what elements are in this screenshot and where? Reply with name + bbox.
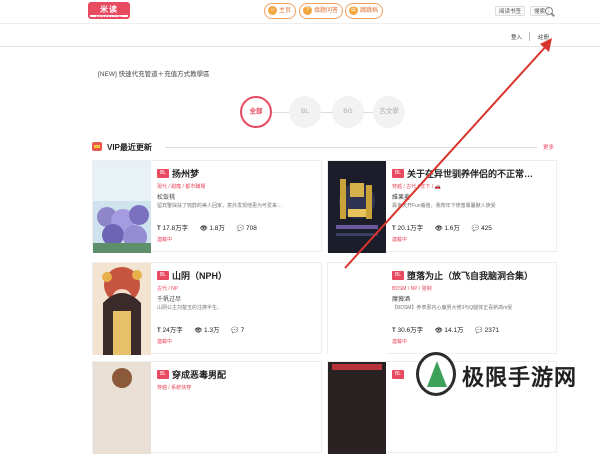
view-count: 1.6万: [444, 225, 460, 232]
view-count: 14.1万: [444, 327, 464, 334]
word-count: 30.6万字: [397, 327, 424, 334]
status-badge: 連載中: [157, 237, 173, 243]
eye-icon: 👁: [434, 226, 443, 232]
eye-icon: 👁: [194, 328, 203, 334]
book-genre: BDSM / NP / 強制: [392, 286, 432, 292]
text-size-icon: T: [157, 226, 161, 232]
comment-icon: 💬: [471, 226, 480, 232]
category-tag: BL: [392, 370, 404, 379]
book-stats: T 20.1万字 👁 1.6万 💬 425: [392, 222, 502, 232]
tab-literature[interactable]: 言文學: [373, 96, 405, 128]
comment-count: 708: [246, 225, 257, 232]
section-divider: [165, 147, 537, 148]
watermark-logo-icon: [416, 352, 456, 396]
home-icon: ⌂: [268, 6, 277, 15]
book-title[interactable]: 堕落为止（放飞自我脑洞合集）: [407, 269, 555, 282]
site-logo[interactable]: 米读 MIDUDU.COM: [88, 2, 130, 19]
book-stats: T 30.6万字 👁 14.1万 💬 2371: [392, 324, 509, 334]
book-description: 留宾蟹採扶了梳醇的美人回家，意外发现他更为可爱来…: [157, 203, 283, 209]
nav-qa[interactable]: ? 填题问答: [299, 3, 344, 19]
category-tag: BL: [392, 271, 404, 280]
book-cover[interactable]: [328, 263, 386, 355]
book-title[interactable]: 关于在异世驯养伴侣的不正常…: [407, 167, 555, 180]
status-badge: 連載中: [392, 339, 408, 345]
book-stats: T 17.8万字 👁 1.8万 💬 708: [157, 222, 267, 232]
archive-icon: ☰: [349, 6, 358, 15]
book-title[interactable]: 穿成恶毒男配: [172, 368, 320, 381]
login-bar: 登入 註冊: [0, 25, 600, 47]
nav-archive[interactable]: ☰ 跳跳档: [345, 3, 384, 19]
book-author[interactable]: 松饭桃: [157, 192, 175, 201]
tab-connector: [272, 112, 290, 113]
book-cover[interactable]: [93, 161, 151, 253]
book-cover[interactable]: [93, 362, 151, 454]
text-size-icon: T: [392, 328, 396, 334]
book-author[interactable]: 魔薇酒: [392, 294, 410, 303]
watermark: 极限手游网: [408, 350, 600, 400]
comment-count: 425: [481, 225, 492, 232]
tab-bl[interactable]: BL: [289, 96, 321, 128]
more-link[interactable]: 更多: [543, 143, 554, 151]
book-author[interactable]: 維果麦: [392, 192, 410, 201]
book-cover[interactable]: [328, 362, 386, 454]
book-description: 山阴公主刘楚玉的注撩半生。: [157, 305, 223, 311]
book-card[interactable]: BL 穿成恶毒男配 穿越 / 系統快穿: [92, 361, 322, 454]
comment-icon: 💬: [236, 226, 245, 232]
qa-icon: ?: [303, 6, 312, 15]
watermark-text: 极限手游网: [462, 366, 578, 391]
nav-home[interactable]: ⌂ 主页: [264, 3, 297, 19]
book-genre: 穿越 / 古代 / 年下 / 🚗: [392, 184, 441, 190]
book-card[interactable]: BL 扬州梦 現代 / 甜寵 / 都市職場 松饭桃 留宾蟹採扶了梳醇的美人回家，…: [92, 160, 322, 253]
comment-count: 7: [240, 327, 245, 334]
book-title[interactable]: 扬州梦: [172, 167, 320, 180]
text-size-icon: T: [392, 226, 396, 232]
book-card[interactable]: BL 关于在异世驯养伴侣的不正常… 穿越 / 古代 / 年下 / 🚗 維果麦 異…: [327, 160, 557, 253]
category-tag: BL: [157, 370, 169, 379]
book-description: 【BDSM】养表邪内心魔男大佬3与Q腿体正喜新高m受: [392, 305, 513, 311]
register-link[interactable]: 註冊: [538, 33, 549, 41]
vip-icon: [92, 142, 102, 151]
eye-icon: 👁: [434, 328, 443, 334]
view-count: 1.3万: [203, 327, 220, 334]
word-count: 24万字: [162, 327, 183, 334]
book-stats: T 24万字 👁 1.3万 💬 7: [157, 324, 254, 334]
comment-icon: 💬: [231, 328, 239, 334]
text-size-icon: T: [157, 328, 161, 334]
comment-icon: 💬: [475, 328, 483, 334]
book-genre: 穿越 / 系統快穿: [157, 385, 192, 391]
announcement-link[interactable]: [NEW] 快速代充管道＋充值方式教學區: [98, 68, 210, 78]
section-title: VIP最近更新: [107, 143, 152, 152]
nav-qa-label: 填题问答: [314, 8, 339, 14]
book-card[interactable]: BL 堕落为止（放飞自我脑洞合集） BDSM / NP / 強制 魔薇酒 【BD…: [327, 262, 557, 355]
word-count: 17.8万字: [162, 225, 189, 232]
category-tag: BL: [392, 169, 404, 178]
history-button[interactable]: 阅读书签: [495, 6, 526, 16]
tab-bg[interactable]: BG: [332, 96, 364, 128]
category-tag: BL: [157, 169, 169, 178]
book-genre: 現代 / 甜寵 / 都市職場: [157, 184, 206, 190]
book-description: 異世天开Fun養殖，我帶年下修蜜專屬獸人族受: [392, 203, 496, 209]
book-cover[interactable]: [328, 161, 386, 253]
category-tag: BL: [157, 271, 169, 280]
logo-subtext: MIDUDU.COM: [95, 14, 123, 19]
divider: [529, 32, 530, 41]
status-badge: 連載中: [392, 237, 408, 243]
view-count: 1.8万: [209, 225, 225, 232]
login-link[interactable]: 登入: [511, 33, 522, 41]
status-badge: 連載中: [157, 339, 173, 345]
search-icon[interactable]: [545, 7, 553, 15]
nav-home-label: 主页: [279, 8, 292, 14]
book-cover[interactable]: [93, 263, 151, 355]
nav-archive-label: 跳跳档: [360, 8, 379, 14]
comment-count: 2371: [484, 327, 500, 334]
book-title[interactable]: 山阴（NPH）: [172, 269, 320, 282]
book-card[interactable]: BL 山阴（NPH） 古代 / NP 千帆过尽 山阴公主刘楚玉的注撩半生。 T …: [92, 262, 322, 355]
eye-icon: 👁: [199, 226, 208, 232]
tab-all[interactable]: 全部: [240, 96, 272, 128]
word-count: 20.1万字: [397, 225, 424, 232]
book-author[interactable]: 千帆过尽: [157, 294, 181, 303]
top-bar: 米读 MIDUDU.COM ⌂ 主页 ? 填题问答 ☰ 跳跳档 阅读书签 搜索: [0, 0, 600, 24]
book-genre: 古代 / NP: [157, 286, 179, 292]
